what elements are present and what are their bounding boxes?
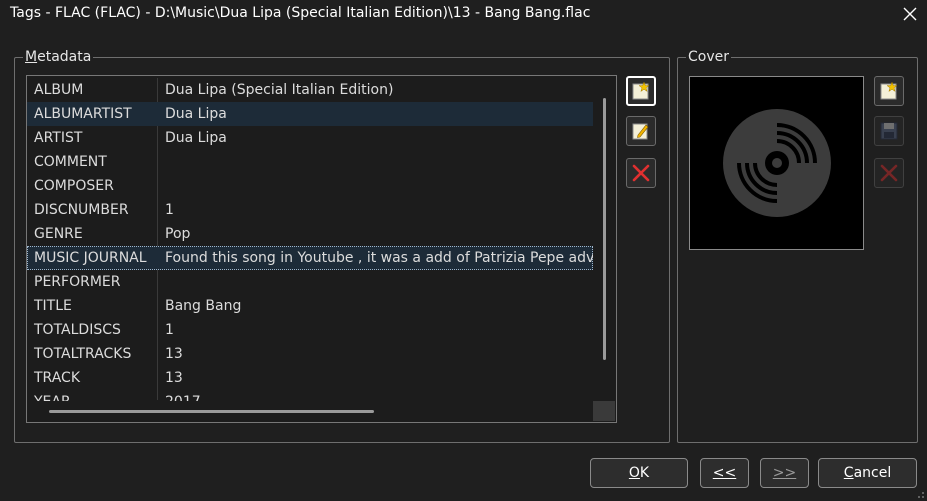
horizontal-scroll-thumb[interactable]	[49, 410, 374, 413]
tag-key: ARTIST	[34, 130, 83, 146]
cancel-button[interactable]: Cancel	[818, 458, 917, 488]
tag-key: ALBUM	[34, 82, 84, 98]
tag-key: COMPOSER	[34, 178, 114, 194]
title-bar: Tags - FLAC (FLAC) - D:\Music\Dua Lipa (…	[0, 0, 927, 30]
vertical-scroll-thumb[interactable]	[603, 98, 606, 360]
table-row[interactable]: COMMENT	[27, 150, 593, 174]
table-row[interactable]: COMPOSER	[27, 174, 593, 198]
tag-key: GENRE	[34, 226, 83, 242]
tag-value: Found this song in Youtube , it was a ad…	[165, 250, 593, 266]
tag-key: MUSIC JOURNAL	[34, 250, 147, 266]
add-tag-icon	[632, 81, 650, 100]
table-row[interactable]: DISCNUMBER 1	[27, 198, 593, 222]
metadata-rows: ALBUM Dua Lipa (Special Italian Edition) …	[27, 78, 593, 414]
edit-tag-button[interactable]	[626, 116, 656, 146]
delete-cover-button[interactable]	[874, 158, 904, 188]
table-row[interactable]: ARTIST Dua Lipa	[27, 126, 593, 150]
tag-value: Bang Bang	[165, 298, 242, 314]
tag-value: 1	[165, 322, 174, 338]
resize-grip-icon[interactable]	[915, 489, 925, 499]
previous-button[interactable]: <<	[700, 458, 749, 488]
delete-tag-icon	[632, 164, 650, 182]
ok-button[interactable]: OK	[590, 458, 688, 488]
tag-value: 1	[165, 202, 174, 218]
tag-value: Dua Lipa (Special Italian Edition)	[165, 82, 394, 98]
table-row[interactable]: TOTALTRACKS 13	[27, 342, 593, 366]
tag-key: TOTALDISCS	[34, 322, 121, 338]
tag-value: Dua Lipa	[165, 106, 227, 122]
horizontal-scrollbar[interactable]	[27, 401, 593, 421]
table-row[interactable]: ALBUM Dua Lipa (Special Italian Edition)	[27, 78, 593, 102]
table-row[interactable]: TITLE Bang Bang	[27, 294, 593, 318]
tag-key: ALBUMARTIST	[34, 106, 132, 122]
add-tag-button[interactable]	[626, 76, 656, 106]
scrollbar-corner	[593, 401, 615, 421]
tag-key: TOTALTRACKS	[34, 346, 132, 362]
floppy-disk-icon	[880, 122, 898, 140]
save-cover-button[interactable]	[874, 116, 904, 146]
tag-key: COMMENT	[34, 154, 107, 170]
close-button[interactable]	[893, 0, 927, 28]
disc-icon	[722, 109, 831, 217]
table-row[interactable]: TRACK 13	[27, 366, 593, 390]
table-row[interactable]: MUSIC JOURNAL Found this song in Youtube …	[27, 246, 593, 270]
next-button[interactable]: >>	[760, 458, 809, 488]
window-title: Tags - FLAC (FLAC) - D:\Music\Dua Lipa (…	[10, 5, 591, 21]
vertical-scrollbar[interactable]	[593, 76, 615, 401]
table-row[interactable]: GENRE Pop	[27, 222, 593, 246]
tag-key: DISCNUMBER	[34, 202, 129, 218]
table-row[interactable]: TOTALDISCS 1	[27, 318, 593, 342]
metadata-group-label: Metadata	[23, 49, 94, 65]
tag-value: 13	[165, 346, 183, 362]
delete-cover-icon	[880, 164, 898, 182]
table-row[interactable]: ALBUMARTIST Dua Lipa	[27, 102, 593, 126]
table-row[interactable]: PERFORMER	[27, 270, 593, 294]
edit-tag-icon	[632, 123, 649, 140]
metadata-list[interactable]: ALBUM Dua Lipa (Special Italian Edition) …	[26, 75, 617, 423]
tag-value: 13	[165, 370, 183, 386]
add-cover-button[interactable]	[874, 76, 904, 106]
close-icon	[903, 7, 917, 21]
tag-key: TITLE	[34, 298, 72, 314]
delete-tag-button[interactable]	[626, 158, 656, 188]
tag-key: PERFORMER	[34, 274, 121, 290]
tag-value: Pop	[165, 226, 191, 242]
tag-key: TRACK	[34, 370, 80, 386]
cover-group-label: Cover	[686, 49, 731, 65]
cover-image[interactable]	[689, 76, 864, 250]
add-cover-icon	[880, 81, 898, 100]
tag-value: Dua Lipa	[165, 130, 227, 146]
